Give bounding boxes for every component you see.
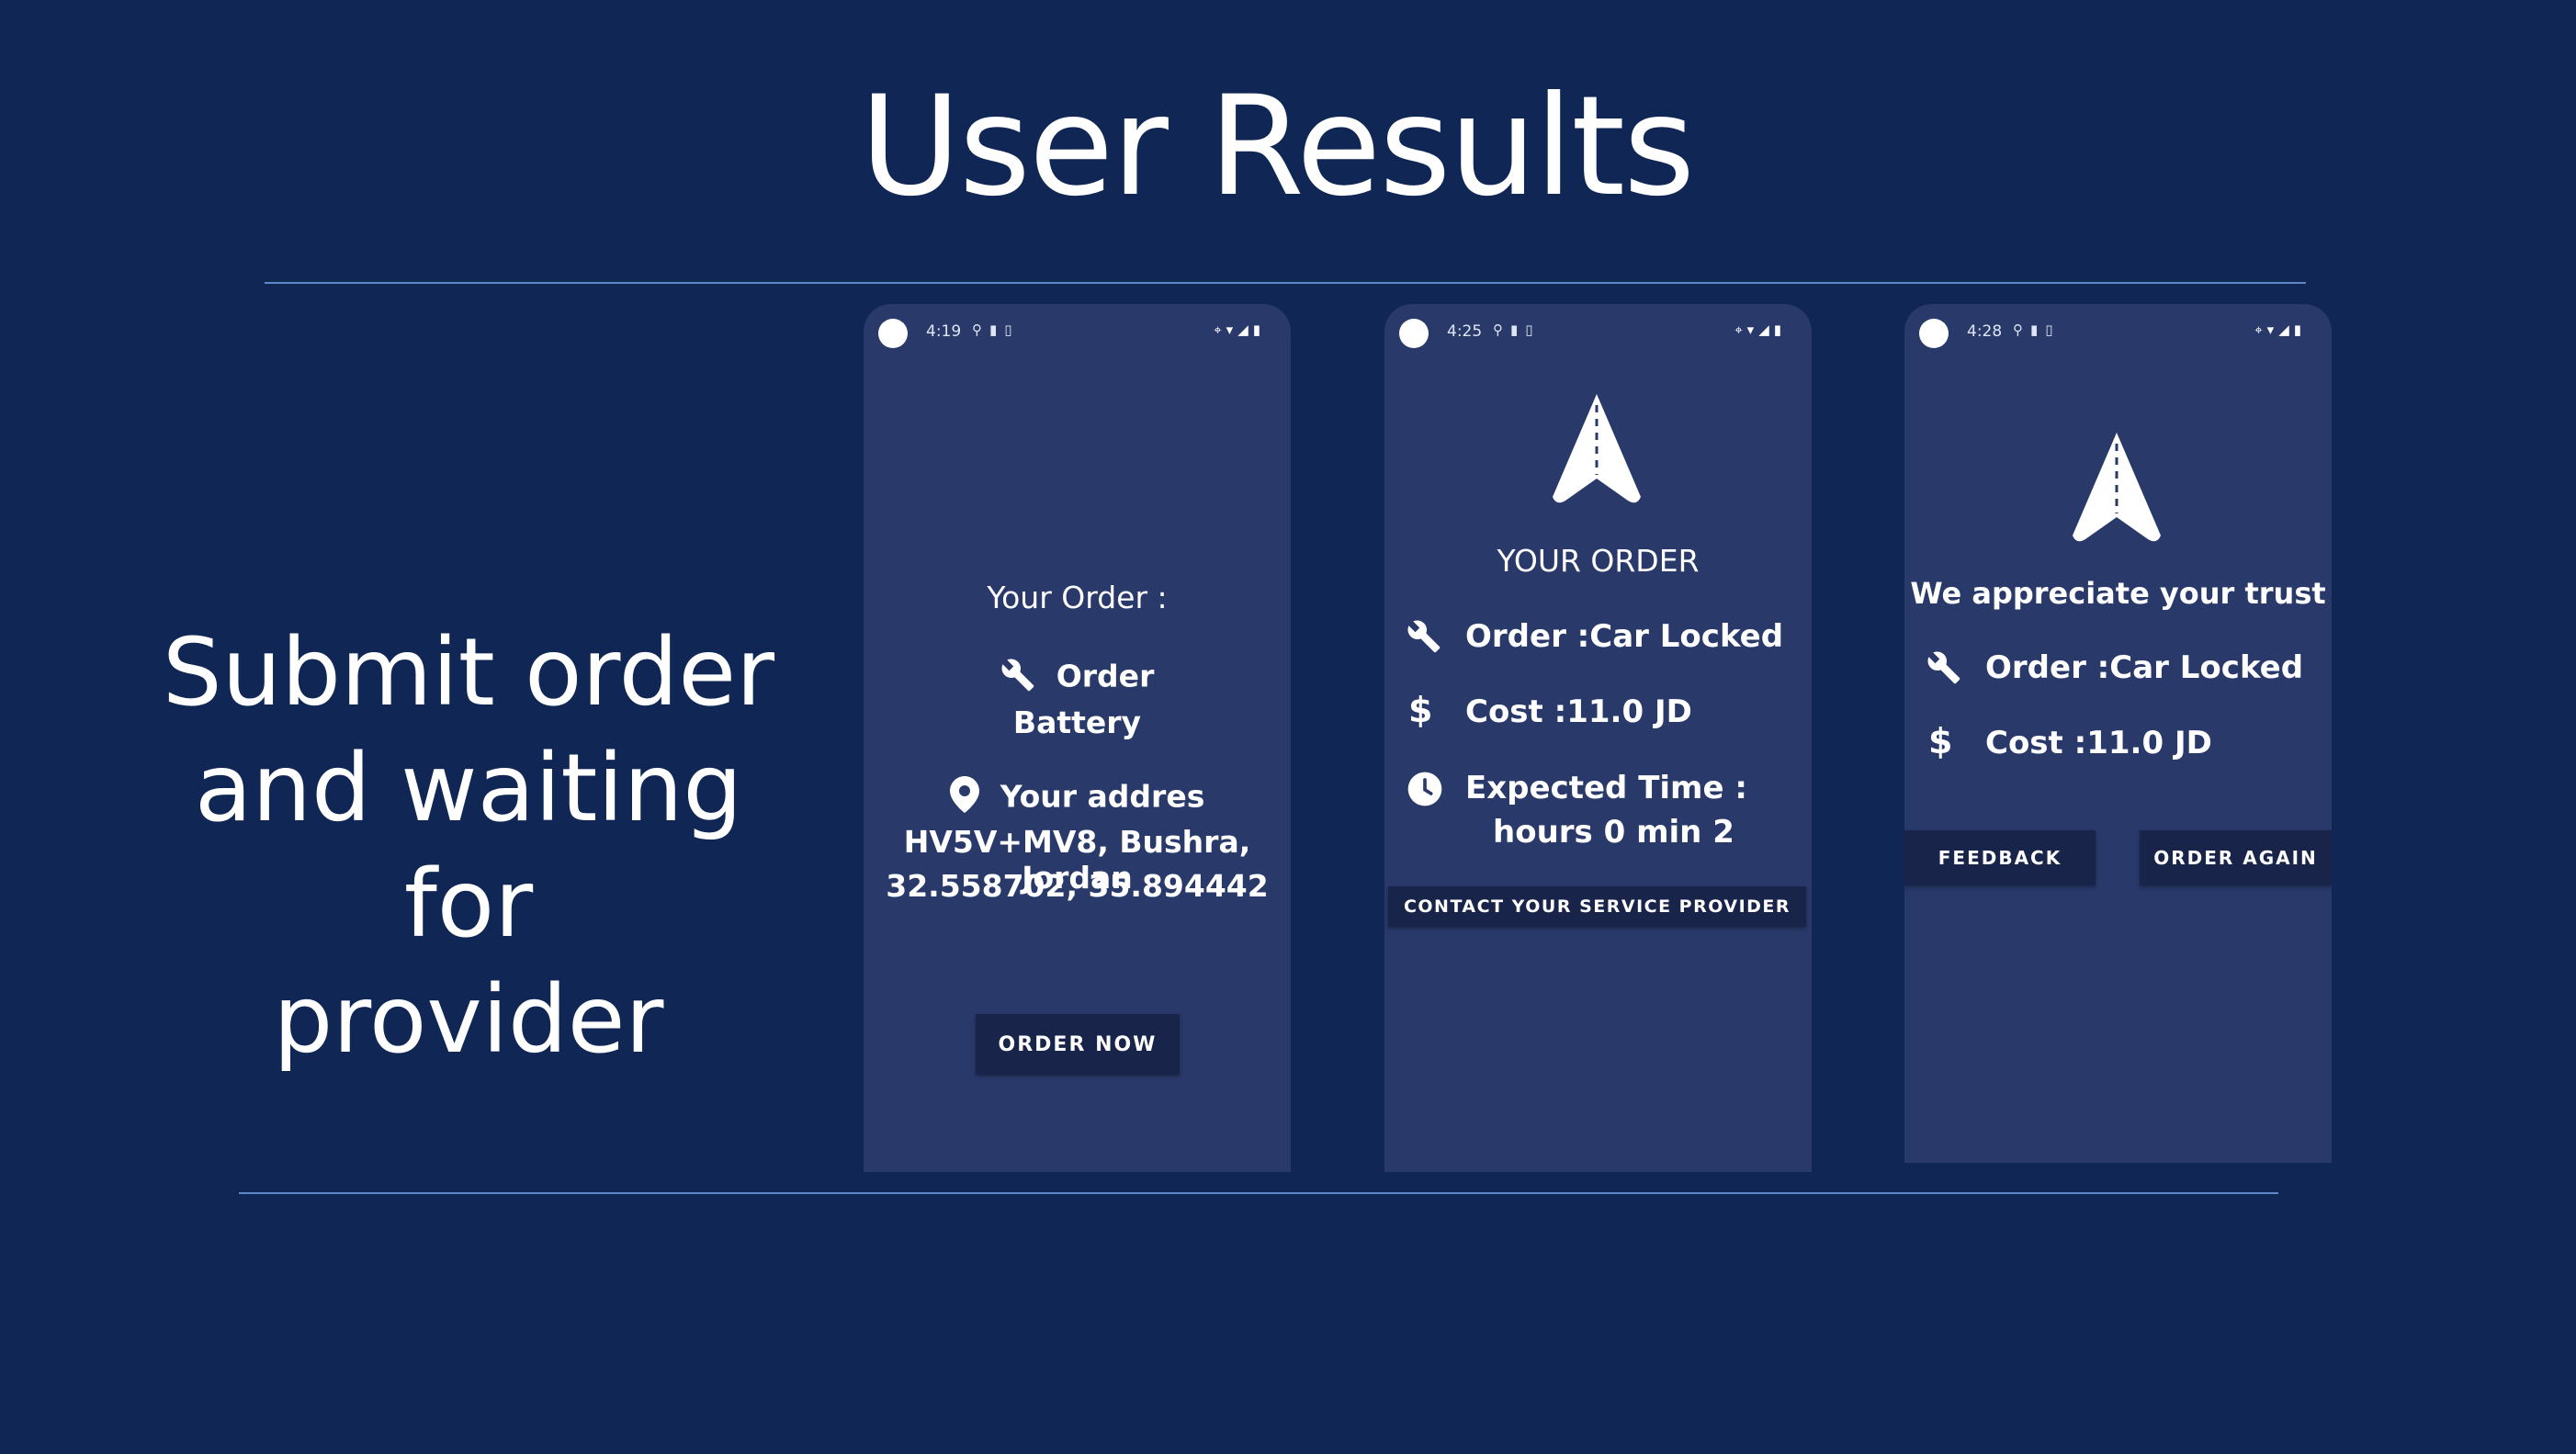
- contact-provider-button[interactable]: CONTACT YOUR SERVICE PROVIDER: [1388, 886, 1806, 927]
- subtitle-line: and waiting for: [194, 734, 743, 959]
- location-pin-icon: [949, 776, 979, 817]
- status-bar: 4:19 ⚲▮▯ ⌖▾◢▮: [864, 304, 1291, 368]
- order-heading: Your Order :: [987, 580, 1168, 615]
- expected-time-label: Expected Time :: [1465, 770, 1747, 806]
- order-now-button[interactable]: ORDER NOW: [976, 1014, 1180, 1075]
- address-row: Your addres: [864, 776, 1291, 817]
- tools-icon: [1000, 657, 1035, 695]
- phone-screen-your-order: 4:25 ⚲▮▯ ⌖▾◢▮ YOUR ORDER Order :Car Lock…: [1384, 304, 1812, 1172]
- subtitle-line: provider: [273, 965, 664, 1075]
- coordinates-line: 32.558702, 35.894442: [886, 868, 1269, 904]
- address-label: Your addres: [1000, 778, 1205, 815]
- status-time: 4:25: [1447, 322, 1483, 341]
- notification-icons: ⚲▮▯: [2013, 321, 2061, 338]
- appreciation-heading: We appreciate your trust: [1910, 576, 2326, 611]
- camera-dot: [878, 319, 908, 348]
- camera-dot: [1919, 319, 1949, 348]
- status-time: 4:19: [926, 322, 962, 341]
- system-status-icons: ⌖▾◢▮: [1214, 321, 1265, 338]
- top-divider: [265, 282, 2306, 284]
- dollar-icon: $: [1408, 690, 1433, 730]
- subtitle-line: Submit order: [162, 618, 775, 727]
- status-bar: 4:25 ⚲▮▯ ⌖▾◢▮: [1384, 304, 1812, 368]
- slide-subtitle: Submit order and waiting for provider: [129, 615, 808, 1078]
- order-label: Order: [1056, 658, 1155, 694]
- order-detail: Order :Car Locked: [1985, 649, 2304, 686]
- bottom-divider: [239, 1192, 2278, 1194]
- system-status-icons: ⌖▾◢▮: [1734, 321, 1786, 338]
- clock-icon: [1407, 771, 1443, 811]
- order-value: Battery: [1012, 704, 1142, 740]
- slide-title: User Results: [860, 67, 1695, 227]
- notification-icons: ⚲▮▯: [1493, 321, 1541, 338]
- cost-detail: Cost :11.0 JD: [1465, 693, 1692, 730]
- order-detail: Order :Car Locked: [1465, 618, 1784, 655]
- cost-detail: Cost :11.0 JD: [1985, 725, 2212, 761]
- phone-screen-order-complete: 4:28 ⚲▮▯ ⌖▾◢▮ We appreciate your trust O…: [1904, 304, 2332, 1163]
- order-again-button[interactable]: ORDER AGAIN: [2140, 830, 2332, 885]
- navigation-arrow-icon: [2073, 433, 2161, 550]
- camera-dot: [1399, 319, 1429, 348]
- your-order-heading: YOUR ORDER: [1497, 543, 1700, 579]
- feedback-button[interactable]: FEEDBACK: [1904, 830, 2096, 885]
- tools-icon: [1926, 649, 1961, 688]
- dollar-icon: $: [1928, 721, 1953, 761]
- notification-icons: ⚲▮▯: [972, 321, 1020, 338]
- system-status-icons: ⌖▾◢▮: [2254, 321, 2306, 338]
- tools-icon: [1407, 618, 1441, 657]
- order-type-row: Order: [864, 657, 1291, 697]
- status-time: 4:28: [1967, 322, 2003, 341]
- phone-screen-submit-order: 4:19 ⚲▮▯ ⌖▾◢▮ Your Order : Order Battery…: [864, 304, 1291, 1172]
- navigation-arrow-icon: [1553, 394, 1641, 512]
- expected-time-value: hours 0 min 2: [1493, 814, 1734, 851]
- status-bar: 4:28 ⚲▮▯ ⌖▾◢▮: [1904, 304, 2332, 368]
